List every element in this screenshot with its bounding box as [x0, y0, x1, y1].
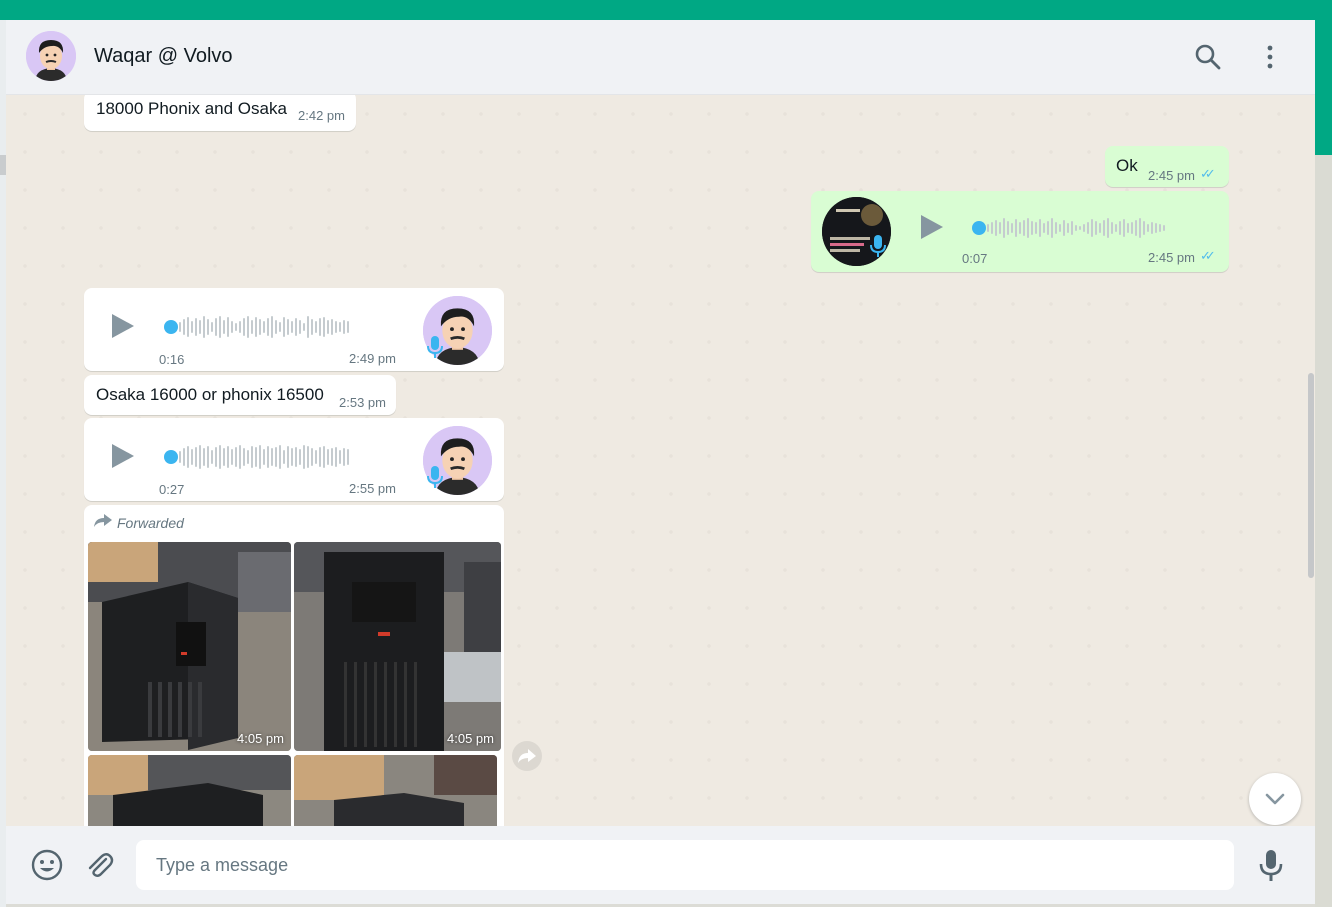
message-list[interactable]: 18000 Phonix and Osaka 2:42 pm Ok 2:45 p…	[6, 95, 1315, 826]
voice-progress-handle[interactable]	[164, 450, 178, 464]
chat-scrollbar[interactable]	[1308, 373, 1314, 578]
contact-name[interactable]: Waqar @ Volvo	[94, 45, 233, 68]
ups-photo-icon	[294, 542, 501, 751]
microphone-icon	[427, 466, 443, 488]
message-time: 2:45 pm	[1148, 250, 1195, 265]
message-bubble-outgoing[interactable]: Ok 2:45 pm ✓✓	[1105, 146, 1229, 187]
voice-duration: 0:16	[159, 352, 185, 367]
voice-progress-handle[interactable]	[972, 221, 986, 235]
read-ticks-icon: ✓✓	[1200, 166, 1216, 181]
message-composer	[6, 826, 1315, 904]
search-icon[interactable]	[1193, 42, 1223, 72]
app-top-bar	[0, 0, 1332, 20]
chat-window: Waqar @ Volvo 18000 Phonix and Osaka 2:4…	[6, 20, 1315, 904]
ups-photo-icon	[294, 755, 497, 826]
window-edge	[1315, 155, 1332, 907]
message-time: 2:49 pm	[349, 351, 396, 366]
message-bubble-incoming[interactable]: Osaka 16000 or phonix 16500 2:53 pm	[84, 375, 396, 415]
avatar-memoji-icon	[26, 31, 76, 81]
message-time: 2:45 pm	[1148, 168, 1195, 183]
scroll-to-bottom-button[interactable]	[1249, 773, 1301, 825]
window-edge-accent	[1315, 20, 1332, 155]
emoji-icon[interactable]	[30, 848, 64, 882]
voice-duration: 0:07	[962, 251, 988, 266]
chevron-down-icon	[1265, 793, 1285, 805]
message-text: 18000 Phonix and Osaka	[96, 99, 287, 118]
menu-dots-icon[interactable]	[1255, 42, 1285, 72]
album-photo[interactable]: 4:05 pm	[88, 542, 291, 751]
album-message-incoming[interactable]: Forwarded 4:05 pm 4:05 pm	[84, 505, 504, 826]
album-photo[interactable]: 4:05 pm	[294, 542, 501, 751]
voice-duration: 0:27	[159, 482, 185, 497]
forward-icon	[94, 514, 112, 527]
photo-time: 4:05 pm	[237, 731, 284, 746]
attach-icon[interactable]	[82, 848, 116, 882]
voice-waveform[interactable]	[179, 442, 349, 472]
forward-button[interactable]	[512, 741, 542, 771]
play-icon[interactable]	[921, 215, 943, 239]
voice-message-incoming[interactable]: 0:27 2:55 pm	[84, 418, 504, 501]
album-photo[interactable]	[294, 755, 497, 826]
message-time: 2:42 pm	[298, 108, 345, 123]
ups-photo-icon	[88, 542, 291, 751]
voice-message-incoming[interactable]: 0:16 2:49 pm	[84, 288, 504, 371]
play-icon[interactable]	[112, 444, 134, 468]
chat-header[interactable]: Waqar @ Volvo	[6, 20, 1315, 95]
message-time: 2:55 pm	[349, 481, 396, 496]
microphone-icon	[427, 336, 443, 358]
message-time: 2:53 pm	[339, 395, 386, 410]
read-ticks-icon: ✓✓	[1200, 248, 1216, 263]
photo-time: 4:05 pm	[447, 731, 494, 746]
forward-icon	[518, 749, 536, 763]
voice-progress-handle[interactable]	[164, 320, 178, 334]
voice-waveform[interactable]	[987, 213, 1165, 243]
microphone-icon[interactable]	[1256, 848, 1286, 882]
album-photo[interactable]	[88, 755, 291, 826]
play-icon[interactable]	[112, 314, 134, 338]
message-text: Ok	[1116, 156, 1138, 175]
voice-message-outgoing[interactable]: 0:07 2:45 pm ✓✓	[811, 191, 1229, 272]
forwarded-label: Forwarded	[117, 515, 184, 531]
message-input[interactable]	[136, 840, 1234, 890]
message-text: Osaka 16000 or phonix 16500	[96, 385, 324, 404]
contact-avatar[interactable]	[26, 31, 76, 81]
message-bubble-incoming[interactable]: 18000 Phonix and Osaka 2:42 pm	[84, 95, 356, 131]
voice-waveform[interactable]	[179, 312, 349, 342]
microphone-icon	[870, 235, 886, 257]
ups-photo-icon	[88, 755, 291, 826]
